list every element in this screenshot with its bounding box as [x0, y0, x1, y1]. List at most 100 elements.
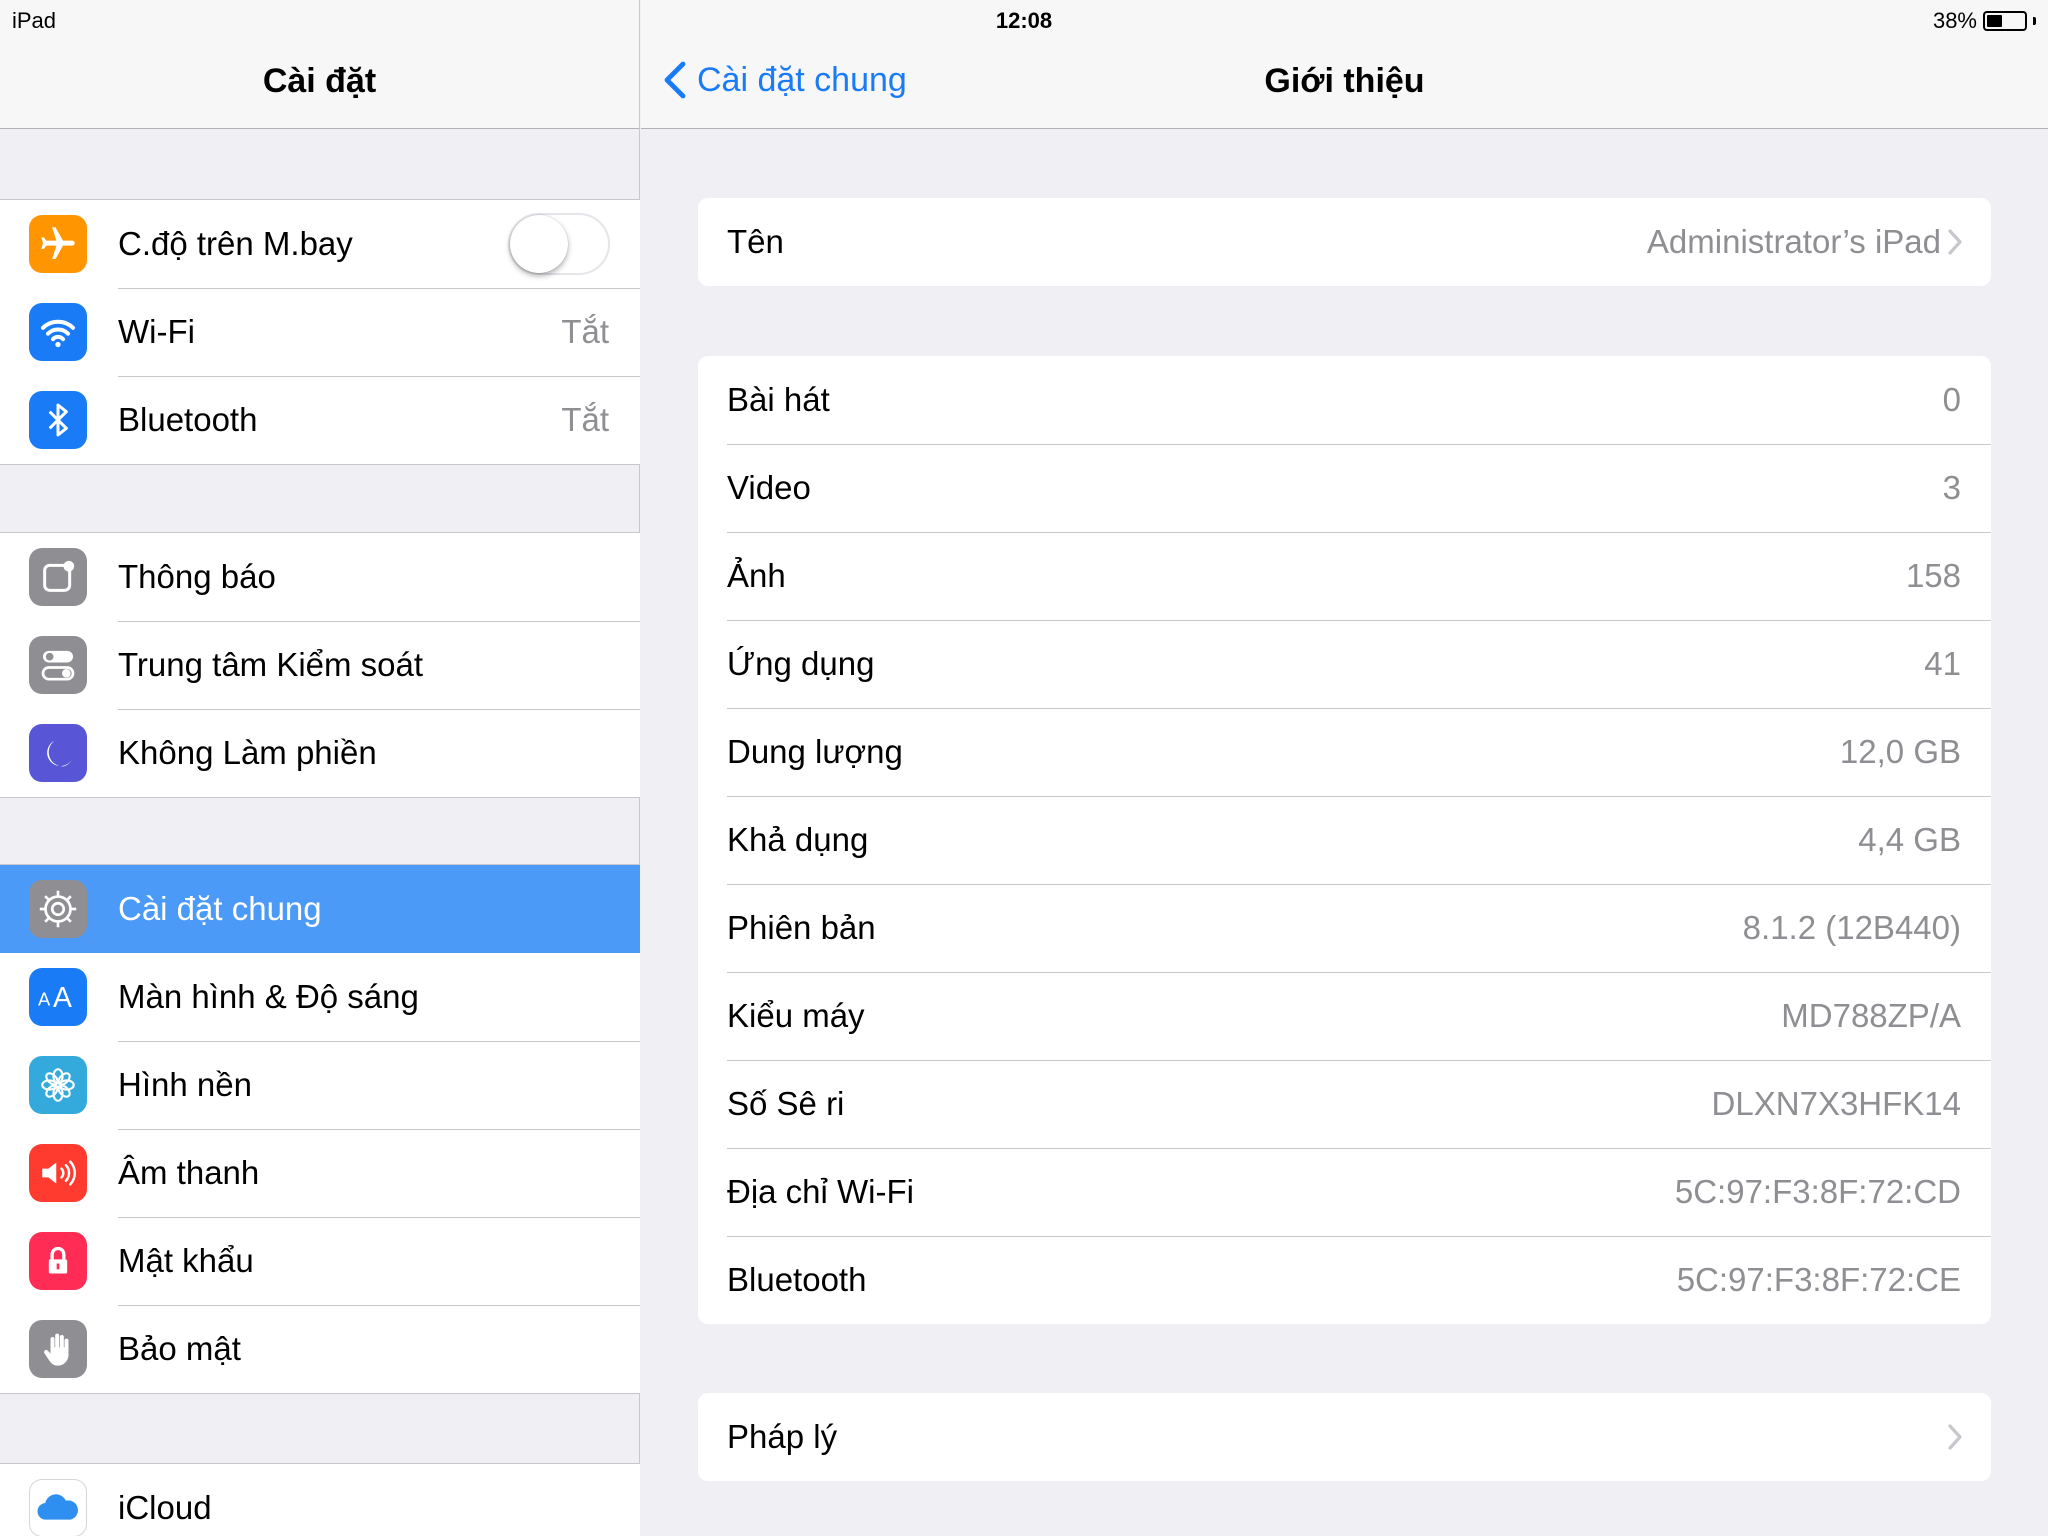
- airplane-mode-toggle[interactable]: [508, 213, 610, 275]
- name-value: Administrator’s iPad: [1646, 223, 1941, 260]
- info-row-serial: Số Sê ri DLXN7X3HFK14: [698, 1060, 1991, 1148]
- info-value: 4,4 GB: [1858, 821, 1961, 858]
- page-title: Giới thiệu: [1264, 62, 1425, 100]
- sidebar-item-icloud[interactable]: iCloud: [0, 1464, 640, 1536]
- moon-icon: [29, 724, 87, 782]
- detail-pane: Cài đặt chung Giới thiệu Tên Administrat…: [641, 0, 2048, 1536]
- settings-group-general: Cài đặt chung AA Màn hình & Độ sáng Hình…: [0, 864, 640, 1394]
- notifications-icon: [29, 548, 87, 606]
- info-value: MD788ZP/A: [1781, 997, 1961, 1034]
- chevron-right-icon: [1947, 1423, 1963, 1451]
- sidebar-item-label: Cài đặt chung: [118, 890, 322, 927]
- info-row-capacity: Dung lượng 12,0 GB: [698, 708, 1991, 796]
- info-label: Bài hát: [727, 381, 830, 418]
- sidebar-item-label: Âm thanh: [118, 1154, 260, 1191]
- hand-icon: [29, 1320, 87, 1378]
- sidebar-item-label: Wi-Fi: [118, 313, 195, 350]
- info-row-apps: Ứng dụng 41: [698, 620, 1991, 708]
- sidebar-item-privacy[interactable]: Bảo mật: [0, 1305, 640, 1393]
- sidebar-item-control-center[interactable]: Trung tâm Kiểm soát: [0, 621, 640, 709]
- sidebar-item-label: Trung tâm Kiểm soát: [118, 646, 424, 683]
- info-label: Kiểu máy: [727, 997, 865, 1034]
- lock-icon: [29, 1232, 87, 1290]
- sidebar-title: Cài đặt: [262, 62, 377, 100]
- sidebar-item-label: Hình nền: [118, 1066, 252, 1103]
- wifi-icon: [29, 303, 87, 361]
- info-value: 8.1.2 (12B440): [1742, 909, 1961, 946]
- sidebar-item-label: Mật khẩu: [118, 1242, 254, 1279]
- control-center-icon: [29, 636, 87, 694]
- info-label: Ảnh: [727, 557, 786, 594]
- info-label: Số Sê ri: [727, 1085, 845, 1122]
- name-row[interactable]: Tên Administrator’s iPad: [698, 198, 1991, 286]
- name-card: Tên Administrator’s iPad: [698, 198, 1991, 286]
- info-value: 158: [1905, 557, 1961, 594]
- sidebar-item-label: Màn hình & Độ sáng: [118, 978, 419, 1015]
- info-row-model: Kiểu máy MD788ZP/A: [698, 972, 1991, 1060]
- name-label: Tên: [727, 223, 784, 260]
- info-label: Khả dụng: [727, 821, 869, 858]
- wifi-status: Tắt: [561, 313, 609, 350]
- sidebar-item-label: Không Làm phiền: [118, 734, 377, 771]
- sidebar-item-airplane-mode[interactable]: C.độ trên M.bay: [0, 200, 640, 288]
- settings-group-notifications: Thông báo Trung tâm Kiểm soát Không Làm …: [0, 532, 640, 798]
- gear-icon: [29, 880, 87, 938]
- airplane-icon: [29, 215, 87, 273]
- info-value: 12,0 GB: [1839, 733, 1961, 770]
- sidebar-item-notifications[interactable]: Thông báo: [0, 533, 640, 621]
- status-time: 12:08: [995, 8, 1053, 33]
- chevron-right-icon: [1947, 228, 1963, 256]
- battery-indicator: 38%: [1933, 8, 2036, 34]
- sidebar-item-label: C.độ trên M.bay: [118, 225, 353, 262]
- bluetooth-icon: [29, 391, 87, 449]
- info-value: 0: [1942, 381, 1961, 418]
- info-row-version: Phiên bản 8.1.2 (12B440): [698, 884, 1991, 972]
- status-bar: iPad 12:08 38%: [0, 0, 2048, 40]
- icloud-icon: [29, 1479, 87, 1536]
- info-label: Phiên bản: [727, 909, 876, 946]
- sidebar-item-passcode[interactable]: Mật khẩu: [0, 1217, 640, 1305]
- sidebar-item-general[interactable]: Cài đặt chung: [0, 865, 640, 953]
- sidebar-item-wifi[interactable]: Wi-Fi Tắt: [0, 288, 640, 376]
- info-label: Bluetooth: [727, 1261, 867, 1298]
- settings-group-accounts: iCloud: [0, 1463, 640, 1536]
- info-row-available: Khả dụng 4,4 GB: [698, 796, 1991, 884]
- display-brightness-icon: AA: [29, 968, 87, 1026]
- info-value: 3: [1942, 469, 1961, 506]
- info-value: 41: [1924, 645, 1961, 682]
- sidebar-item-sounds[interactable]: Âm thanh: [0, 1129, 640, 1217]
- sidebar-item-display-brightness[interactable]: AA Màn hình & Độ sáng: [0, 953, 640, 1041]
- info-label: Ứng dụng: [727, 645, 875, 682]
- battery-percent: 38%: [1932, 8, 1977, 33]
- info-value: 5C:97:F3:8F:72:CE: [1676, 1261, 1961, 1298]
- bluetooth-status: Tắt: [561, 401, 609, 438]
- legal-row[interactable]: Pháp lý: [698, 1393, 1991, 1481]
- info-value: DLXN7X3HFK14: [1711, 1085, 1961, 1122]
- sidebar-item-label: Thông báo: [118, 558, 276, 595]
- info-label: Video: [727, 469, 811, 506]
- info-label: Dung lượng: [727, 733, 903, 770]
- wallpaper-flower-icon: [29, 1056, 87, 1114]
- speaker-icon: [29, 1144, 87, 1202]
- info-value: 5C:97:F3:8F:72:CD: [1674, 1173, 1961, 1210]
- info-row-bluetooth: Bluetooth 5C:97:F3:8F:72:CE: [698, 1236, 1991, 1324]
- settings-sidebar: Cài đặt C.độ trên M.bay Wi-Fi Tắt Blueto…: [0, 0, 640, 1536]
- legal-label: Pháp lý: [727, 1418, 838, 1455]
- sidebar-item-label: iCloud: [118, 1489, 212, 1526]
- sidebar-item-do-not-disturb[interactable]: Không Làm phiền: [0, 709, 640, 797]
- legal-card: Pháp lý: [698, 1393, 1991, 1481]
- svg-text:A: A: [53, 982, 72, 1014]
- svg-text:A: A: [38, 988, 51, 1009]
- battery-icon: [1983, 11, 2027, 31]
- info-row-photos: Ảnh 158: [698, 532, 1991, 620]
- settings-group-connectivity: C.độ trên M.bay Wi-Fi Tắt Bluetooth Tắt: [0, 199, 640, 465]
- sidebar-item-label: Bluetooth: [118, 401, 258, 438]
- info-row-songs: Bài hát 0: [698, 356, 1991, 444]
- sidebar-item-bluetooth[interactable]: Bluetooth Tắt: [0, 376, 640, 464]
- info-row-wifi-address: Địa chỉ Wi-Fi 5C:97:F3:8F:72:CD: [698, 1148, 1991, 1236]
- info-card: Bài hát 0 Video 3 Ảnh 158 Ứng dụng 41 Du…: [698, 356, 1991, 1324]
- info-label: Địa chỉ Wi-Fi: [727, 1173, 914, 1210]
- sidebar-item-wallpaper[interactable]: Hình nền: [0, 1041, 640, 1129]
- sidebar-item-label: Bảo mật: [118, 1330, 241, 1367]
- info-row-videos: Video 3: [698, 444, 1991, 532]
